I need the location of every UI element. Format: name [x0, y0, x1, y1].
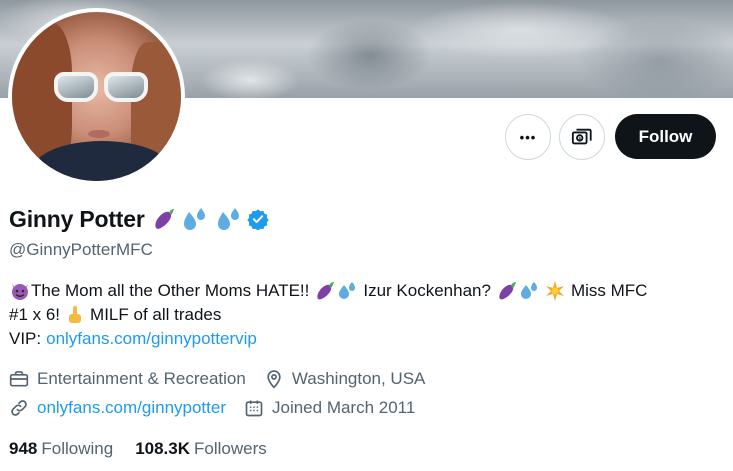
more-icon: •••	[519, 129, 537, 145]
avatar-photo	[12, 12, 181, 181]
meta-location: Washington, USA	[264, 369, 426, 389]
meta-joined: Joined March 2011	[244, 398, 415, 418]
svg-text:$: $	[579, 136, 582, 141]
bio-line-2: #1 x 6! MILF of all trades	[9, 303, 724, 327]
bio-vip-prefix: VIP:	[9, 329, 42, 348]
followers-link[interactable]: 108.3K Followers	[135, 439, 267, 459]
bio-text-1c: Miss MFC	[570, 281, 648, 300]
name-row: Ginny Potter	[9, 203, 269, 235]
bio-text-2a: #1 x 6!	[9, 305, 61, 324]
name-emojis	[151, 206, 243, 232]
sweat-droplets-emoji	[339, 282, 356, 299]
meta-category-text: Entertainment & Recreation	[37, 369, 246, 388]
profile-avatar[interactable]	[8, 8, 185, 185]
avatar-lips	[88, 130, 110, 138]
eggplant-emoji	[499, 282, 516, 300]
meta-website[interactable]: onlyfans.com/ginnypotter	[9, 398, 226, 418]
following-count: 948	[9, 439, 38, 458]
subscribe-icon: $	[571, 128, 592, 145]
meta-category: Entertainment & Recreation	[9, 369, 246, 389]
bio-text-1b: Izur Kockenhan?	[363, 281, 491, 300]
star-emoji	[545, 281, 564, 301]
calendar-icon	[245, 400, 263, 417]
avatar-sunglasses	[54, 72, 149, 106]
more-button[interactable]: •••	[505, 114, 551, 160]
subscribe-button[interactable]: $	[559, 114, 605, 160]
sweat-droplets-emoji	[520, 282, 537, 299]
sweat-droplets-emoji	[183, 208, 205, 230]
eggplant-emoji	[317, 282, 335, 300]
profile-handle: @GinnyPotterMFC	[9, 240, 153, 259]
profile-meta-row-2: onlyfans.com/ginnypotter Joined March 20…	[9, 398, 433, 418]
followers-count: 108.3K	[135, 439, 191, 458]
bio-vip-link[interactable]: onlyfans.com/ginnypottervip	[46, 327, 257, 351]
follow-counts: 948 Following 108.3K Followers	[9, 439, 289, 459]
location-pin-icon	[267, 370, 281, 389]
middle-finger-emoji	[69, 306, 82, 323]
follow-button[interactable]: Follow	[615, 114, 716, 159]
bio-text-2b: MILF of all trades	[90, 305, 222, 324]
following-label: Following	[41, 439, 114, 458]
eggplant-emoji	[154, 209, 174, 229]
sweat-droplets-emoji	[217, 208, 239, 230]
profile-meta-row-1: Entertainment & Recreation Washington, U…	[9, 369, 443, 389]
briefcase-icon	[9, 371, 29, 387]
followers-label: Followers	[194, 439, 267, 458]
meta-location-text: Washington, USA	[291, 369, 426, 388]
display-name: Ginny Potter	[9, 205, 145, 232]
bio-line-3: VIP: onlyfans.com/ginnypottervip	[9, 327, 724, 351]
meta-website-link[interactable]: onlyfans.com/ginnypotter	[37, 398, 226, 418]
bio-text-1a: The Mom all the Other Moms HATE!!	[31, 281, 310, 300]
following-link[interactable]: 948 Following	[9, 439, 113, 459]
profile-bio: The Mom all the Other Moms HATE!! Izur K…	[9, 279, 724, 351]
link-icon	[11, 400, 27, 416]
devil-emoji	[12, 284, 28, 300]
meta-joined-text: Joined March 2011	[272, 398, 416, 417]
bio-line-1: The Mom all the Other Moms HATE!! Izur K…	[9, 279, 724, 303]
verified-badge-icon[interactable]	[246, 208, 269, 230]
